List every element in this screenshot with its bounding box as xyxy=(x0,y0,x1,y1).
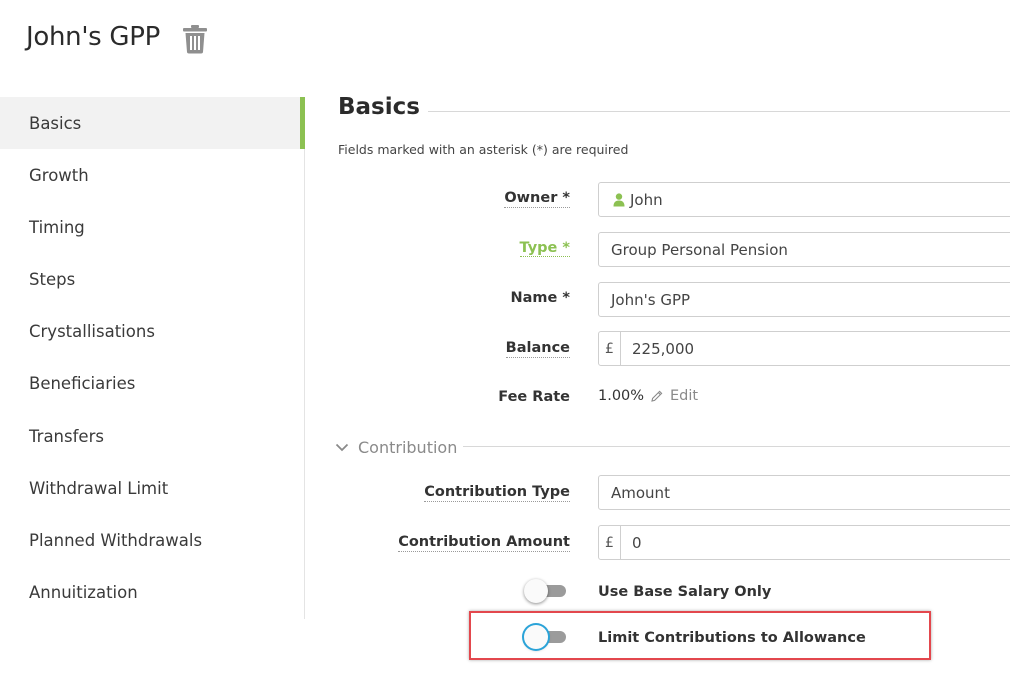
balance-label: Balance xyxy=(505,340,570,358)
sidebar-item-beneficiaries[interactable]: Beneficiaries xyxy=(0,358,304,410)
sidebar-item-timing[interactable]: Timing xyxy=(0,201,304,253)
page-title: John's GPP xyxy=(26,22,160,52)
fee-rate-edit-link[interactable]: Edit xyxy=(651,388,698,404)
sidebar-item-steps[interactable]: Steps xyxy=(0,253,304,305)
section-divider xyxy=(428,111,1010,112)
name-value: John's GPP xyxy=(611,290,691,309)
contribution-amount-label: Contribution Amount xyxy=(398,534,570,552)
sidebar-item-crystallisations[interactable]: Crystallisations xyxy=(0,306,304,358)
contribution-amount-value: 0 xyxy=(632,533,642,552)
name-field[interactable]: John's GPP xyxy=(598,282,1010,317)
toggle-knob xyxy=(524,579,548,603)
section-title: Basics xyxy=(338,94,420,120)
owner-label: Owner * xyxy=(504,190,570,208)
sidebar-item-planned-withdrawals[interactable]: Planned Withdrawals xyxy=(0,514,304,566)
fee-rate-value: 1.00% xyxy=(598,388,645,404)
highlight-annotation-box xyxy=(469,611,931,660)
trash-icon[interactable] xyxy=(182,24,208,54)
pencil-icon xyxy=(651,390,663,402)
sidebar-nav: Basics Growth Timing Steps Crystallisati… xyxy=(0,97,305,619)
currency-prefix: £ xyxy=(599,332,621,365)
owner-field[interactable]: John xyxy=(598,182,1010,217)
sidebar-item-withdrawal-limit[interactable]: Withdrawal Limit xyxy=(0,462,304,514)
currency-prefix: £ xyxy=(599,526,621,559)
contribution-divider xyxy=(463,446,1010,447)
contribution-section-toggle[interactable]: Contribution xyxy=(335,438,457,457)
contribution-type-value: Amount xyxy=(611,483,670,502)
sidebar-item-annuitization[interactable]: Annuitization xyxy=(0,567,304,619)
edit-label: Edit xyxy=(670,388,699,404)
contribution-amount-field[interactable]: £ 0 xyxy=(598,525,1010,560)
type-label: Type * xyxy=(519,240,570,257)
fee-rate-label: Fee Rate xyxy=(498,389,570,405)
contribution-type-label: Contribution Type xyxy=(424,484,570,502)
chevron-down-icon xyxy=(335,443,349,452)
base-salary-toggle[interactable] xyxy=(524,579,568,603)
required-note: Fields marked with an asterisk (*) are r… xyxy=(338,142,629,157)
contribution-heading: Contribution xyxy=(358,438,458,457)
sidebar-item-basics[interactable]: Basics xyxy=(0,97,305,149)
sidebar-item-growth[interactable]: Growth xyxy=(0,149,304,201)
type-select[interactable]: Group Personal Pension xyxy=(598,232,1010,267)
sidebar-item-transfers[interactable]: Transfers xyxy=(0,410,304,462)
contribution-type-select[interactable]: Amount xyxy=(598,475,1010,510)
balance-field[interactable]: £ 225,000 xyxy=(598,331,1010,366)
person-icon xyxy=(613,192,625,207)
balance-value: 225,000 xyxy=(632,339,695,358)
base-salary-label: Use Base Salary Only xyxy=(598,584,772,600)
name-label: Name * xyxy=(510,290,571,306)
owner-value: John xyxy=(630,190,663,209)
type-value: Group Personal Pension xyxy=(611,240,788,259)
